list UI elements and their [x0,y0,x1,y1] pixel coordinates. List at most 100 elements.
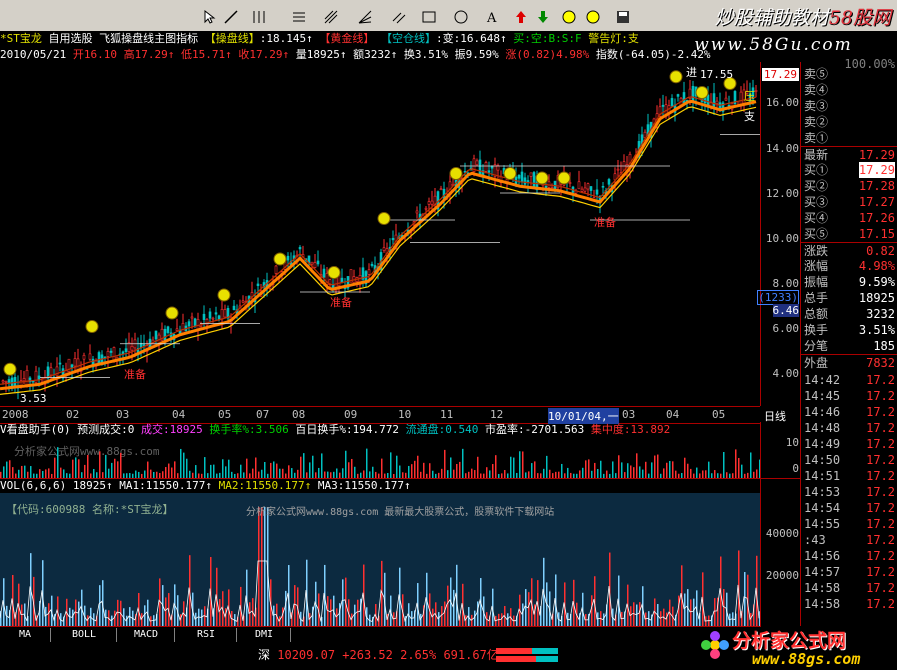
grid-lines-icon[interactable] [290,8,308,26]
sub1-bar [150,469,152,478]
menu-select-stock[interactable]: 自用选股 [49,32,93,45]
sub1-bar [714,470,716,478]
volume-bar [327,596,329,627]
sub1-bar [666,462,668,478]
smiley-icon[interactable] [560,8,578,26]
sub1-bar [162,471,164,478]
sub1-bar [741,464,743,478]
tag-gold-line: 【黄金线】 [319,32,375,45]
sub1-bar [276,463,278,478]
rectangle-icon[interactable] [420,8,438,26]
candlestick-chart[interactable]: 17.55 3.53 压 支 进 准备 准备 准备 [0,62,760,406]
sub1-axis: 10 0 [760,422,801,478]
volume-bar [141,613,143,627]
sub1-bar [582,467,584,478]
buy-2[interactable]: 买② 17.28 [801,178,897,194]
logo-url: www.88gs.com [752,650,861,668]
tab-ma[interactable]: MA [0,628,51,642]
candle-body [340,277,344,283]
fibonacci-icon[interactable] [322,8,340,26]
candle-body [313,262,317,268]
stat-outer: 外盘 7832 [801,354,897,371]
volume-bar [201,609,203,627]
market-index[interactable]: 深 10209.07 +263.52 2.65% 691.67亿 [258,646,499,663]
arrow-up-icon[interactable] [512,8,530,26]
save-icon[interactable] [614,8,632,26]
cursor-icon[interactable] [200,8,218,26]
arrow-down-icon[interactable] [534,8,552,26]
sub1-bar [282,468,284,478]
buy-5[interactable]: 买⑤ 17.15 [801,226,897,242]
text-tool-icon[interactable]: A [484,8,502,26]
buy-3[interactable]: 买③ 17.27 [801,194,897,210]
sub1-bar [723,452,725,478]
tick-row: 14:58 17.2 [804,597,895,611]
sell-4[interactable]: 卖④ [801,82,897,98]
candle-body [208,311,212,319]
buy-1[interactable]: 买① 17.29 [801,162,897,178]
sell-2[interactable]: 卖② [801,114,897,130]
volume-bar [477,601,479,627]
candle-body [529,172,533,177]
volume-bar [438,612,440,627]
tab-dmi[interactable]: DMI [238,628,291,642]
candle-body [286,255,290,261]
candle-body [88,353,92,360]
volume-bar [639,602,641,627]
signal-smiley-icon [669,70,683,84]
tab-boll[interactable]: BOLL [52,628,117,642]
volume-bar [285,590,287,627]
candle-body [715,100,719,104]
vertical-lines-icon[interactable] [250,8,268,26]
sub1-bar [621,462,623,478]
volume-bar [282,607,284,627]
sub1-bar [417,455,419,478]
sub1-bar [633,467,635,478]
tab-macd[interactable]: MACD [118,628,175,642]
sub1-bar [534,461,536,478]
sub1-bar [78,459,80,478]
indicator-tabs: MA BOLL MACD RSI DMI [0,626,760,643]
stat-pct: 涨幅 4.98% [804,259,895,273]
sell-3[interactable]: 卖③ [801,98,897,114]
sub1-bar [432,470,434,478]
sub1-bar [429,463,431,478]
sell-5[interactable]: 卖⑤ [801,66,897,82]
signal-smiley-icon [449,167,463,180]
tab-rsi[interactable]: RSI [176,628,237,642]
menu-indicator[interactable]: 飞狐操盘线主图指标 [99,32,198,45]
candle-body [37,375,41,380]
candle-body [670,98,674,107]
circle-icon[interactable] [452,8,470,26]
tick-row: 14:54 17.2 [804,501,895,515]
sub1-bar [45,469,47,478]
stock-name[interactable]: *ST宝龙 [0,32,42,45]
channel-icon[interactable] [390,8,408,26]
tick-row: 14:55 17.2 [804,517,895,531]
tick-row: 14:45 17.2 [804,389,895,403]
sub1-bar [657,454,659,478]
sub1-bar [291,468,293,478]
tick-row: 14:49 17.2 [804,437,895,451]
sub1-bar [9,460,11,478]
sell-1[interactable]: 卖① [801,130,897,146]
candle-body [382,247,386,251]
volume-bar [645,612,647,627]
sub1-bar [6,461,8,478]
sub1-bar [75,457,77,478]
sub1-bar [687,463,689,478]
sub1-bar [63,469,65,478]
fan-lines-icon[interactable] [356,8,374,26]
volume-bar [159,578,161,627]
sub1-bar [3,466,5,478]
sad-face-icon[interactable] [584,8,602,26]
candle-body [607,179,611,185]
volume-panel[interactable]: VOL(6,6,6) 18925↑ MA1:11550.177↑ MA2:115… [0,478,760,627]
buy-4[interactable]: 买④ 17.26 [801,210,897,226]
signal-smiley-icon [165,306,179,320]
volume-bar [474,610,476,627]
line-tool-icon[interactable] [222,8,240,26]
watch-assistant-panel[interactable]: V看盘助手(0) 预测成交:0 成交:18925 换手率%:3.506 百日换手… [0,422,760,478]
sub1-bar [342,468,344,478]
candle-body [316,260,320,265]
